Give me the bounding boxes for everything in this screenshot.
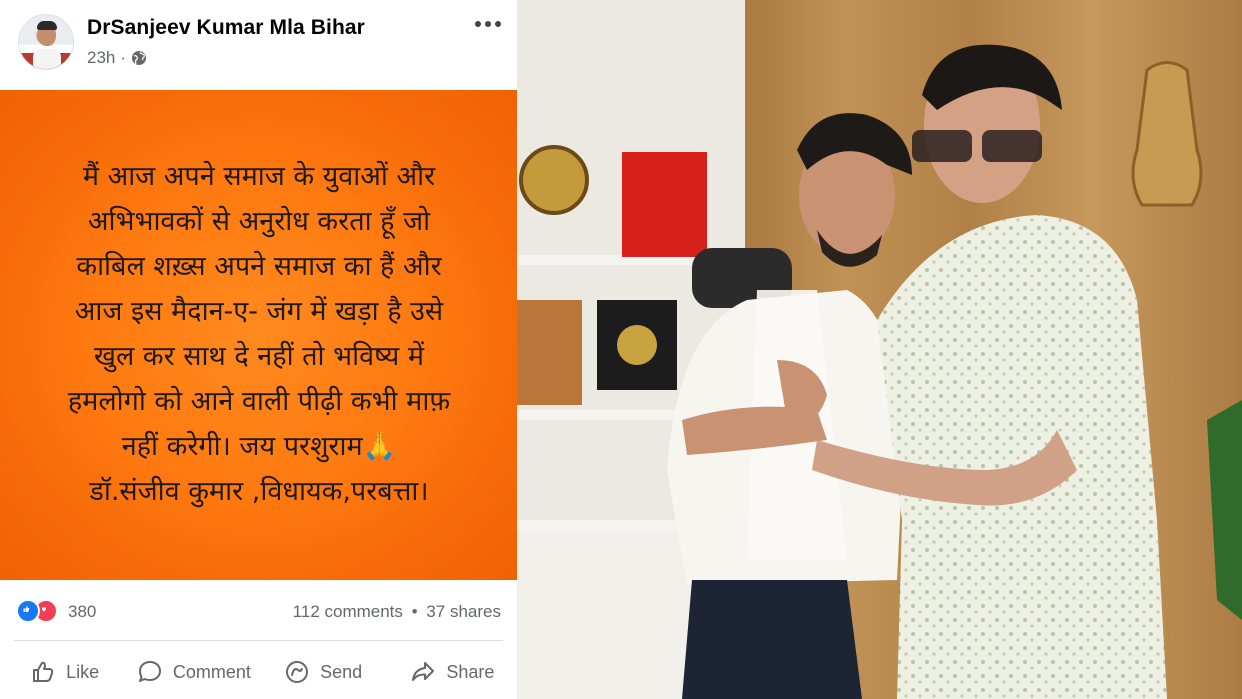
reaction-icons[interactable] xyxy=(16,597,66,625)
post-image-card[interactable]: मैं आज अपने समाज के युवाओं और अभिभावकों … xyxy=(0,90,517,580)
post-header: DrSanjeev Kumar Mla Bihar 23h · xyxy=(0,0,517,90)
post-image-text: मैं आज अपने समाज के युवाओं और अभिभावकों … xyxy=(14,154,504,514)
comment-label: Comment xyxy=(172,661,251,682)
author-avatar[interactable] xyxy=(18,14,74,70)
text-line: आज इस मैदान-ए- जंग में खड़ा है उसे xyxy=(74,296,444,327)
like-reaction-icon xyxy=(16,599,40,623)
send-label: Send xyxy=(320,661,363,682)
share-arrow-icon xyxy=(412,662,435,681)
reaction-count[interactable]: 380 xyxy=(68,602,96,622)
facebook-post: DrSanjeev Kumar Mla Bihar 23h · मैं आज अ… xyxy=(0,0,517,699)
post-time[interactable]: 23h xyxy=(87,48,115,68)
comment-icon xyxy=(138,661,161,682)
text-line: खुल कर साथ दे नहीं तो भविष्य में xyxy=(93,341,425,372)
globe-icon xyxy=(132,51,147,65)
like-button[interactable]: Like xyxy=(0,648,129,696)
share-button[interactable]: Share xyxy=(388,648,517,696)
more-options-icon[interactable] xyxy=(474,14,502,34)
post-photo[interactable] xyxy=(517,0,1242,699)
like-label: Like xyxy=(66,661,100,682)
text-line: अभिभावकों से अनुरोध करता हूँ जो xyxy=(87,206,431,237)
text-line: नहीं करेगी। जय परशुराम🙏 xyxy=(121,431,397,462)
comment-button[interactable]: Comment xyxy=(129,648,258,696)
author-name[interactable]: DrSanjeev Kumar Mla Bihar xyxy=(87,16,365,40)
text-line: काबिल शख़्स अपने समाज का हैं और xyxy=(76,251,442,282)
thumbs-up-icon xyxy=(33,661,54,682)
reactions-bar: 380 112 comments • 37 shares xyxy=(0,590,517,632)
separator: • xyxy=(411,602,418,621)
share-label: Share xyxy=(446,661,495,682)
text-line: हमलोगो को आने वाली पीढ़ी कभी माफ़ xyxy=(67,386,451,417)
engagement-stats: 112 comments • 37 shares xyxy=(293,602,501,622)
comments-count[interactable]: 112 comments xyxy=(293,602,403,621)
action-bar: Like Comment Send Share xyxy=(0,648,517,696)
text-line: डॉ.संजीव कुमार ,विधायक,परबत्ता। xyxy=(89,476,429,507)
post-meta: 23h · xyxy=(87,48,147,68)
send-button[interactable]: Send xyxy=(259,648,388,696)
text-line: मैं आज अपने समाज के युवाओं और xyxy=(82,161,436,192)
divider xyxy=(14,640,503,641)
shares-count[interactable]: 37 shares xyxy=(426,602,501,621)
photo-illustration xyxy=(517,0,1242,699)
messenger-icon xyxy=(286,661,309,683)
